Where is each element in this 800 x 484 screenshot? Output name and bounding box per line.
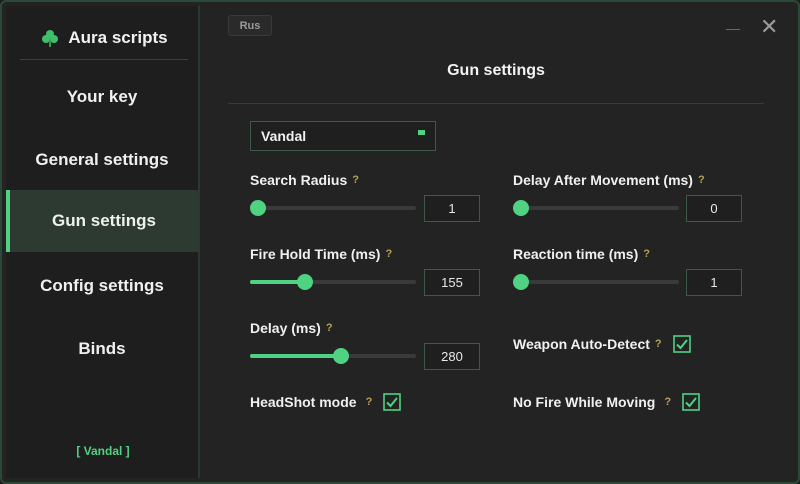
help-icon[interactable]: ? <box>326 322 333 334</box>
reaction-time-label: Reaction time (ms) ? <box>513 246 650 262</box>
search-radius-slider[interactable] <box>250 200 416 216</box>
slider-thumb[interactable] <box>513 274 529 290</box>
reaction-time-slider[interactable] <box>513 274 679 290</box>
language-button[interactable]: Rus <box>228 15 272 36</box>
sidebar-item-general-settings[interactable]: General settings <box>6 129 198 191</box>
app-window: Aura scripts Your key General settings G… <box>0 0 800 484</box>
reaction-time-input[interactable]: 1 <box>686 269 742 296</box>
help-icon[interactable]: ? <box>366 396 373 408</box>
sidebar-item-config-settings[interactable]: Config settings <box>6 255 198 317</box>
divider <box>228 103 764 104</box>
headshot-mode-row: HeadShot mode ? <box>250 393 402 411</box>
headshot-mode-checkbox[interactable] <box>383 393 402 411</box>
fire-hold-time-slider[interactable] <box>250 274 416 290</box>
delay-slider[interactable] <box>250 348 416 364</box>
dropdown-indicator-icon <box>418 130 425 135</box>
no-fire-while-moving-checkbox[interactable] <box>682 393 700 411</box>
fire-hold-time-input[interactable]: 155 <box>424 269 480 296</box>
fire-hold-time-label: Fire Hold Time (ms) ? <box>250 246 392 262</box>
setting-label-text: Delay (ms) <box>250 320 321 336</box>
sidebar-item-your-key[interactable]: Your key <box>6 66 198 128</box>
clover-icon <box>42 29 59 47</box>
sidebar-item-label: Your key <box>66 87 138 106</box>
weapon-auto-detect-row: Weapon Auto-Detect ? <box>513 335 691 353</box>
close-icon: ✕ <box>760 14 779 39</box>
setting-label-text: Delay After Movement (ms) <box>513 172 693 188</box>
delay-after-movement-label: Delay After Movement (ms) ? <box>513 172 705 188</box>
search-radius-label: Search Radius ? <box>250 172 359 188</box>
sidebar-item-binds[interactable]: Binds <box>6 318 198 380</box>
setting-label-text: HeadShot mode <box>250 394 357 410</box>
delay-label: Delay (ms) ? <box>250 320 333 336</box>
delay-after-movement-input[interactable]: 0 <box>686 195 742 222</box>
setting-label-text: Fire Hold Time (ms) <box>250 246 381 262</box>
help-icon[interactable]: ? <box>664 396 671 408</box>
current-weapon-tag: [ Vandal ] <box>76 444 130 458</box>
help-icon[interactable]: ? <box>655 338 662 350</box>
slider-thumb[interactable] <box>333 348 350 364</box>
sidebar-item-label: Gun settings <box>52 211 156 230</box>
slider-thumb[interactable] <box>296 274 313 290</box>
search-radius-input[interactable]: 1 <box>424 195 480 222</box>
sidebar-item-label: General settings <box>35 150 169 169</box>
close-button[interactable]: ✕ <box>760 16 778 38</box>
setting-label-text: Reaction time (ms) <box>513 246 639 262</box>
minimize-button[interactable] <box>726 18 740 32</box>
slider-thumb[interactable] <box>513 200 529 216</box>
sidebar-item-label: Config settings <box>40 276 164 295</box>
sidebar-item-label: Binds <box>78 339 126 358</box>
delay-after-movement-slider[interactable] <box>513 200 679 216</box>
app-title: Aura scripts <box>68 27 168 47</box>
page-title: Gun settings <box>447 62 545 79</box>
weapon-select[interactable]: Vandal <box>250 121 436 151</box>
brand: Aura scripts <box>20 16 188 60</box>
weapon-auto-detect-checkbox[interactable] <box>672 335 691 353</box>
help-icon[interactable]: ? <box>352 174 359 186</box>
slider-thumb[interactable] <box>250 200 266 216</box>
sidebar-item-gun-settings[interactable]: Gun settings <box>6 190 198 252</box>
slider-fill <box>250 354 342 358</box>
help-icon[interactable]: ? <box>643 248 650 260</box>
slider-track <box>250 206 416 210</box>
setting-label-text: No Fire While Moving <box>513 394 656 410</box>
weapon-select-value: Vandal <box>261 128 307 144</box>
setting-label-text: Weapon Auto-Detect <box>513 336 650 352</box>
slider-track <box>513 206 679 210</box>
slider-track <box>513 280 679 284</box>
delay-input[interactable]: 280 <box>424 343 480 370</box>
help-icon[interactable]: ? <box>385 248 392 260</box>
setting-label-text: Search Radius <box>250 172 348 188</box>
sidebar: Aura scripts Your key General settings G… <box>6 6 200 478</box>
help-icon[interactable]: ? <box>698 174 705 186</box>
no-fire-while-moving-row: No Fire While Moving ? <box>513 393 700 411</box>
